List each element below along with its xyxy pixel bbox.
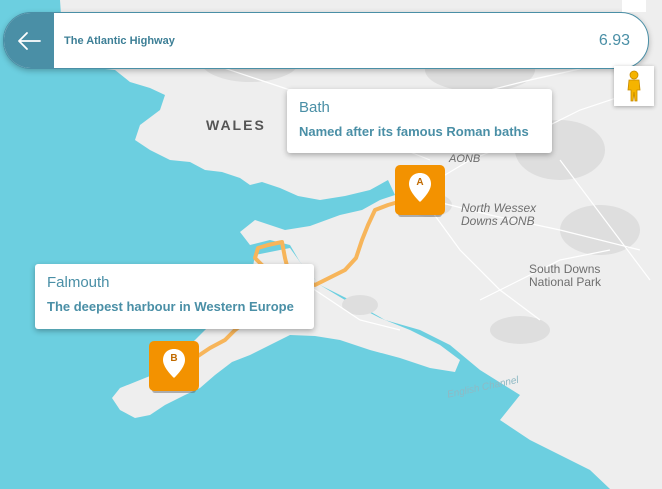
stop-description: The deepest harbour in Western Europe [47, 299, 294, 314]
arrow-left-icon [18, 31, 41, 50]
map-control-top[interactable] [622, 0, 646, 12]
marker-a[interactable]: A [395, 165, 445, 215]
route-distance: 6.93 [598, 31, 630, 49]
street-view-button[interactable] [614, 66, 654, 106]
label-north-wessex-line2: Downs AONB [461, 214, 535, 228]
marker-letter: B [170, 353, 178, 364]
pegman-icon [627, 70, 641, 102]
label-wales: WALES [206, 117, 266, 133]
stop-description: Named after its famous Roman baths [299, 124, 529, 139]
map-pin-icon [163, 349, 185, 378]
stop-card-falmouth[interactable]: Falmouth The deepest harbour in Western … [35, 264, 314, 329]
label-south-downs: South Downs National Park [529, 263, 601, 289]
map-pin-icon [409, 173, 431, 202]
back-button[interactable] [4, 13, 54, 68]
label-north-wessex-downs: North Wessex Downs AONB [461, 202, 536, 228]
stop-title: Bath [299, 99, 330, 116]
label-south-downs-line2: National Park [529, 275, 602, 289]
stop-title: Falmouth [47, 274, 110, 291]
marker-b[interactable]: B [149, 341, 199, 391]
label-aonb: AONB [449, 153, 481, 165]
stop-card-bath[interactable]: Bath Named after its famous Roman baths [287, 89, 552, 153]
map-base-layer [60, 0, 662, 489]
route-title: The Atlantic Highway [64, 34, 175, 47]
route-header: The Atlantic Highway 6.93 [3, 12, 649, 69]
map-canvas[interactable]: WALES AONB North Wessex Downs AONB South… [0, 0, 662, 489]
marker-letter: A [416, 177, 424, 188]
